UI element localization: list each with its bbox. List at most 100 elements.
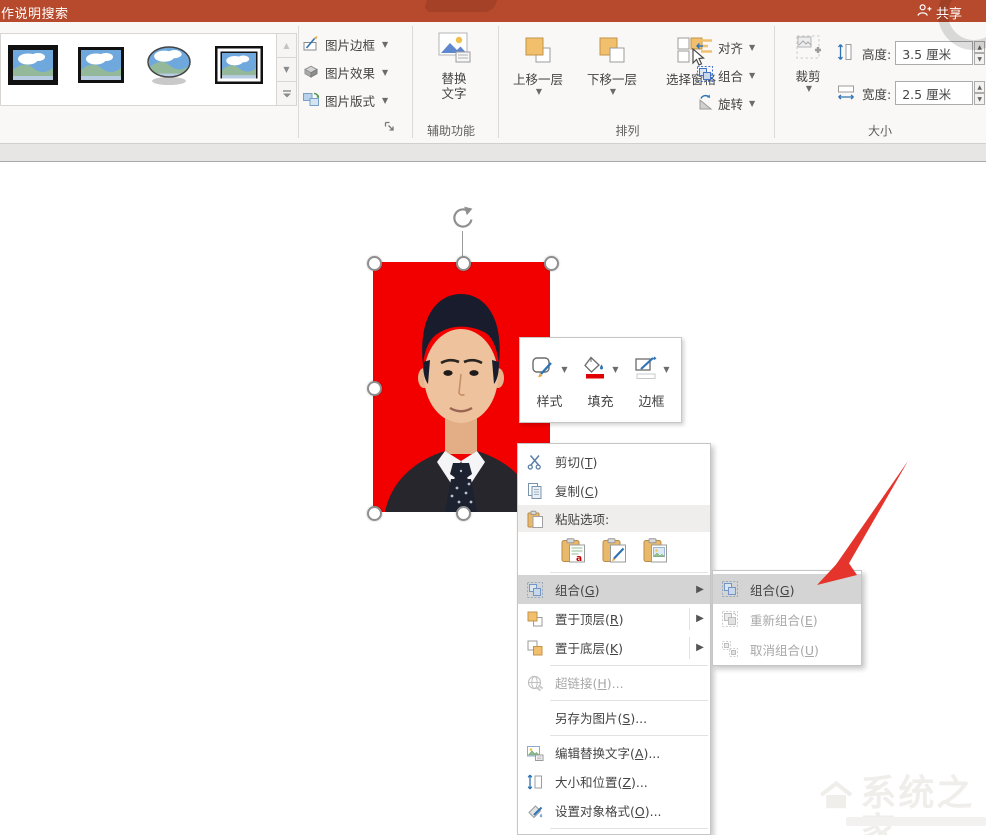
fill-color-button[interactable]: ▼填充 [578,351,624,410]
group-icon [721,580,739,598]
rotate-button[interactable]: 旋转▼ [696,90,755,116]
picture-layout-button[interactable]: 图片版式▼ [302,86,388,114]
menu-item-new-comment[interactable]: 新建批注(M) [518,831,710,835]
menu-item-send-to-back[interactable]: 置于底层(K)▶ [518,633,710,662]
selection-handle[interactable] [367,506,382,521]
picture-effects-button[interactable]: 图片效果▼ [302,58,388,86]
selection-handle[interactable] [456,506,471,521]
dropdown-arrow-icon: ▼ [536,87,542,96]
share-button[interactable]: 共享 [917,3,962,22]
group-label-accessibility: 辅助功能 [405,122,497,139]
copy-icon [526,482,544,500]
spinner-buttons[interactable]: ▲▼ [974,81,985,105]
scissors-icon [526,453,544,471]
group-submenu: 组合(G)重新组合(E)取消组合(U) [712,570,862,666]
menu-item-format-object[interactable]: 设置对象格式(O)... [518,796,710,825]
alt-text-picture-icon [434,28,474,71]
picture-styles-gallery [0,33,277,106]
dropdown-arrow-icon: ▼ [806,84,812,93]
alt-text-button[interactable]: 替换 文字 [418,28,490,101]
outline-color-icon [633,355,659,385]
size-position-icon [526,773,544,791]
menu-item-save-as-picture[interactable]: 另存为图片(S)... [518,703,710,732]
align-button[interactable]: 对齐▼ [696,34,755,60]
width-icon [836,82,856,105]
menu-item-size-and-position[interactable]: 大小和位置(Z)... [518,767,710,796]
group-divider [774,26,775,138]
group-label-size: 大小 [800,122,960,139]
dropdown-arrow-icon: ▼ [382,96,388,105]
dropdown-arrow-icon: ▼ [749,99,755,108]
selection-handle[interactable] [367,256,382,271]
picture-styles-dialog-launcher-icon[interactable] [384,118,396,130]
powerpoint-window: 作说明搜索 共享 ▲ ▼ 图片边框▼图片效果▼图片版式▼ [0,0,986,835]
picture-border-icon [302,34,320,55]
crop-icon [789,28,827,69]
dropdown-arrow-icon: ▼ [663,365,669,374]
menu-item-group[interactable]: 组合(G)▶ [518,575,710,604]
tell-me-search[interactable]: 作说明搜索 [1,3,69,22]
menu-item-cut[interactable]: 剪切(T) [518,447,710,476]
menu-item-hyperlink[interactable]: 超链接(H)... [518,668,710,697]
bring-forward-icon [522,30,554,72]
dropdown-arrow-icon: ▼ [749,43,755,52]
dropdown-arrow-icon: ▼ [612,365,618,374]
titlebar-watermark-smudge [423,0,497,12]
selection-handle[interactable] [456,256,471,271]
watermark-url-blur [846,817,986,826]
selection-handle[interactable] [544,256,559,271]
dropdown-arrow-icon: ▼ [561,365,567,374]
site-watermark: 系统之家 [818,775,986,835]
group-button[interactable]: 组合▼ [696,62,755,88]
menu-item-edit-alt-text[interactable]: 编辑替换文字(A)... [518,738,710,767]
submenu-item-regroup[interactable]: 重新组合(E) [713,604,861,634]
submenu-item-group[interactable]: 组合(G) [713,574,861,604]
dropdown-arrow-icon: ▼ [382,68,388,77]
menu-item-copy[interactable]: 复制(C) [518,476,710,505]
bring-forward-button[interactable]: 上移一层▼ [502,30,574,96]
shape-style-button[interactable]: ▼样式 [527,351,573,410]
outline-color-button[interactable]: ▼边框 [629,351,675,410]
paste-brush-button[interactable] [600,536,630,566]
group-divider [498,26,499,138]
paste-picture-button[interactable] [641,536,671,566]
dropdown-arrow-icon: ▼ [749,71,755,80]
picture-style-simple-black-frame-style[interactable] [7,43,59,87]
gallery-more-icon[interactable] [276,82,297,106]
send-backward-button[interactable]: 下移一层▼ [576,30,648,96]
submenu-item-ungroup[interactable]: 取消组合(U) [713,634,861,664]
regroup-icon [721,610,739,628]
width-field-row: 宽度:2.5 厘米▲▼ [836,80,985,106]
scroll-up-icon[interactable]: ▲ [276,33,297,58]
group-divider [298,26,299,138]
group-icon [526,581,544,599]
dropdown-arrow-icon: ▼ [610,87,616,96]
send-backward-icon [596,30,628,72]
no-icon [526,709,544,727]
crop-button[interactable]: 裁剪 ▼ [782,28,834,93]
shape-style-icon [531,355,557,385]
menu-header-paste-options: 粘贴选项: [518,505,710,532]
dropdown-arrow-icon: ▼ [382,40,388,49]
scroll-down-icon[interactable]: ▼ [276,58,297,82]
svg-text:a: a [576,554,582,564]
rotate-handle[interactable] [449,205,475,231]
picture-border-button[interactable]: 图片边框▼ [302,30,388,58]
menu-item-bring-to-front[interactable]: 置于顶层(R)▶ [518,604,710,633]
submenu-arrow-icon: ▶ [690,584,710,595]
paste-keep-format-button[interactable]: a [559,536,589,566]
title-bar: 作说明搜索 共享 [0,0,986,22]
selection-handle[interactable] [367,381,382,396]
width-input[interactable]: 2.5 厘米 [895,81,973,105]
send-back-icon [526,639,544,657]
picture-style-soft-oval-shadow-style[interactable] [143,43,195,87]
height-icon [836,42,856,65]
format-object-icon [526,802,544,820]
picture-style-metal-double-frame-style[interactable] [213,43,265,87]
picture-style-plain-thin-frame-style[interactable] [75,43,127,87]
picture-layout-icon [302,90,320,111]
rotate-icon [696,93,714,114]
group-ribbon-icon [696,65,714,86]
fill-color-icon [582,355,608,385]
watermark-house-icon [818,775,854,815]
